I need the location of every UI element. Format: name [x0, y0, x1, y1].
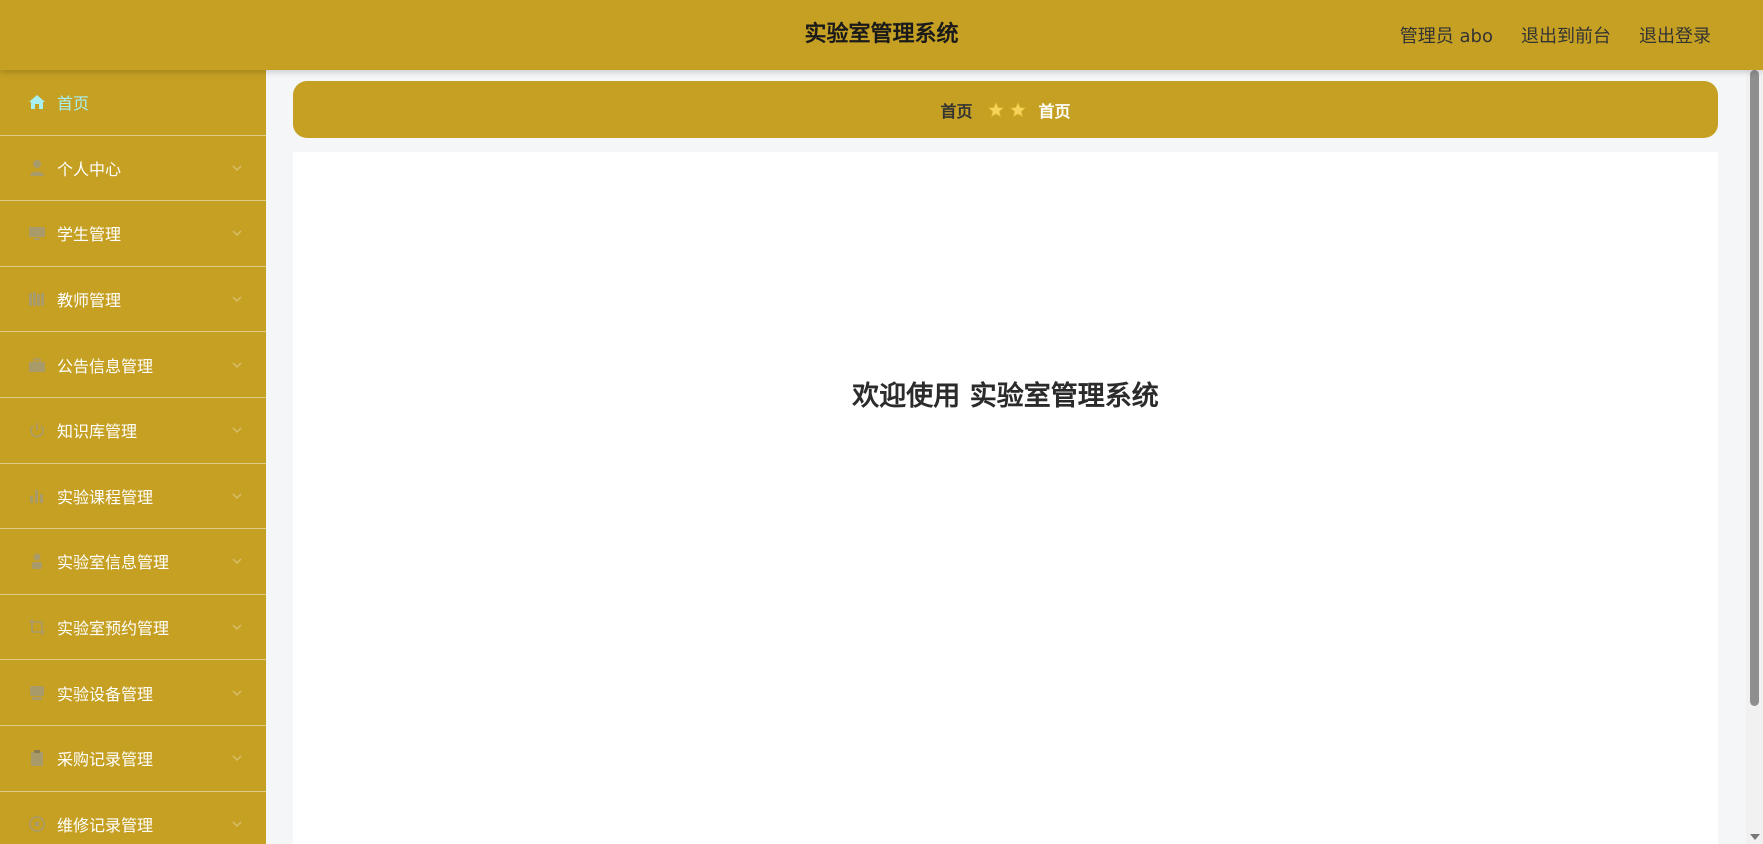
breadcrumb-separator — [987, 101, 1027, 119]
sidebar-item-label: 教师管理 — [57, 291, 122, 311]
sidebar-item-notice-management[interactable]: 公告信息管理 — [0, 332, 266, 398]
star-icon — [987, 101, 1004, 118]
user-icon — [28, 159, 46, 177]
chevron-down-icon — [232, 821, 242, 827]
sidebar-item-label: 实验设备管理 — [57, 684, 154, 704]
home-icon — [28, 93, 46, 111]
sidebar-item-purchase-records[interactable]: 采购记录管理 — [0, 726, 266, 792]
sidebar-item-repair-records[interactable]: 维修记录管理 — [0, 792, 266, 844]
logout-link[interactable]: 退出登录 — [1639, 22, 1711, 48]
page-scrollbar[interactable] — [1746, 70, 1763, 844]
bar-chart-icon — [28, 487, 46, 505]
breadcrumb: 首页 首页 — [293, 81, 1718, 138]
person-icon — [28, 552, 46, 570]
sidebar-item-label: 知识库管理 — [57, 422, 138, 442]
chevron-down-icon — [232, 558, 242, 565]
chevron-down-icon — [232, 230, 242, 237]
monitor-icon — [28, 224, 46, 242]
sidebar-item-label: 维修记录管理 — [57, 815, 154, 835]
books-icon — [28, 290, 46, 308]
main-content: 首页 首页 欢迎使用 实验室管理系统 — [266, 70, 1746, 844]
sidebar-item-label: 实验课程管理 — [57, 487, 154, 507]
star-icon — [1009, 101, 1026, 118]
sidebar-item-lab-reservation[interactable]: 实验室预约管理 — [0, 595, 266, 661]
device-icon — [28, 684, 46, 702]
sidebar-item-lab-info[interactable]: 实验室信息管理 — [0, 529, 266, 595]
chevron-down-icon — [232, 624, 242, 631]
scrollbar-thumb[interactable] — [1750, 70, 1759, 706]
sidebar-menu: 首页 个人中心 学生管理 教师管理 公告信息管理 知识库管理 实验课程管理 实验… — [0, 70, 266, 844]
chevron-down-icon — [232, 493, 242, 499]
chevron-down-icon — [232, 362, 242, 368]
sidebar-item-equipment[interactable]: 实验设备管理 — [0, 660, 266, 726]
sidebar-item-label: 实验室预约管理 — [57, 619, 170, 639]
sidebar-item-label: 首页 — [57, 94, 90, 114]
briefcase-icon — [28, 356, 46, 374]
sidebar-item-home[interactable]: 首页 — [0, 70, 266, 136]
exit-to-frontend-link[interactable]: 退出到前台 — [1521, 22, 1611, 48]
sidebar-item-label: 公告信息管理 — [57, 356, 154, 376]
sidebar-item-label: 学生管理 — [57, 225, 122, 245]
welcome-heading: 欢迎使用 实验室管理系统 — [852, 381, 1159, 412]
sidebar-item-label: 采购记录管理 — [57, 750, 154, 770]
sidebar-item-personal-center[interactable]: 个人中心 — [0, 136, 266, 202]
power-icon — [28, 421, 46, 439]
sidebar-item-course-management[interactable]: 实验课程管理 — [0, 464, 266, 530]
breadcrumb-home-link[interactable]: 首页 — [940, 98, 972, 122]
sidebar-item-knowledge-base[interactable]: 知识库管理 — [0, 398, 266, 464]
sidebar-item-student-management[interactable]: 学生管理 — [0, 201, 266, 267]
sidebar-item-label: 个人中心 — [57, 159, 122, 179]
chevron-down-icon — [232, 755, 242, 762]
sidebar-item-teacher-management[interactable]: 教师管理 — [0, 267, 266, 333]
chevron-down-icon — [232, 427, 242, 434]
header-actions: 管理员 abo 退出到前台 退出登录 — [1400, 0, 1711, 70]
chevron-down-icon — [232, 165, 242, 171]
top-header: 实验室管理系统 管理员 abo 退出到前台 退出登录 — [0, 0, 1763, 70]
sidebar-item-label: 实验室信息管理 — [57, 553, 170, 573]
help-circle-icon — [28, 815, 46, 833]
chevron-down-icon — [232, 690, 242, 696]
welcome-panel: 欢迎使用 实验室管理系统 — [293, 152, 1718, 844]
chevron-down-icon — [232, 296, 242, 303]
crop-icon — [28, 618, 46, 636]
clipboard-icon — [28, 749, 46, 767]
admin-user-label: 管理员 abo — [1399, 26, 1493, 47]
breadcrumb-current: 首页 — [1038, 101, 1071, 121]
scroll-down-arrow-icon[interactable] — [1750, 834, 1760, 840]
